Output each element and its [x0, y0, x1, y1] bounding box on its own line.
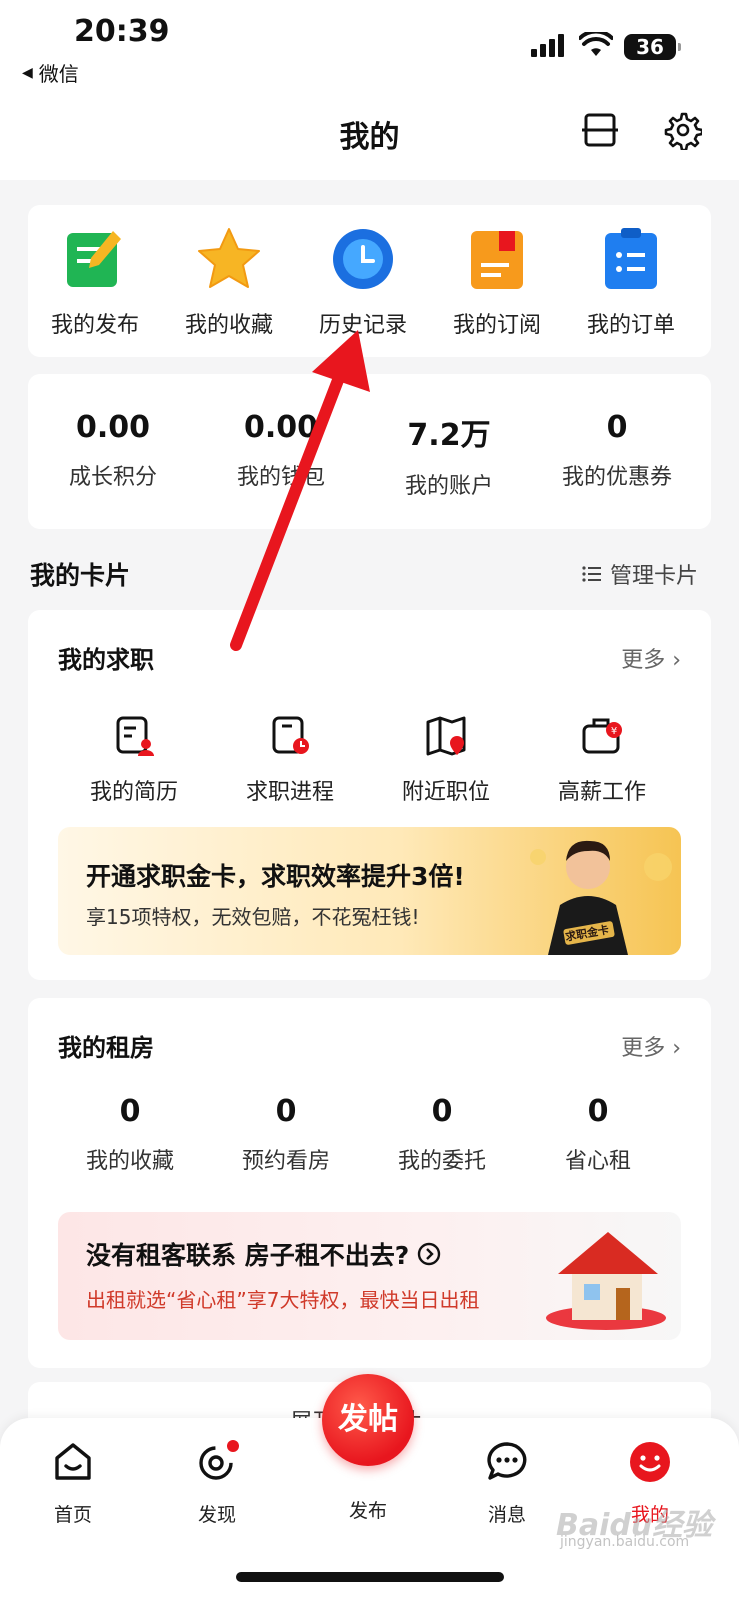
rent-promo-banner[interactable]: 没有租客联系 房子租不出去? 出租就选“省心租”享7大特权，最快当日出租 — [58, 1212, 681, 1340]
svg-text:¥: ¥ — [611, 726, 617, 737]
cards-section-title: 我的卡片 — [30, 561, 131, 590]
manage-cards-button[interactable]: 管理卡片 — [582, 558, 698, 590]
job-card: 我的求职 更多 › 我的简历 求职进程 附近职位 ¥ 高薪工作 开通求职金卡，求… — [28, 610, 711, 980]
history-clock-icon — [333, 229, 393, 289]
rent-more-link[interactable]: 更多 › — [621, 1030, 681, 1062]
quick-item-subscribe[interactable]: 我的订阅 — [432, 225, 562, 339]
tab-label: 发布 — [348, 1500, 387, 1522]
job-service-label: 高薪工作 — [557, 780, 646, 805]
rent-card-title: 我的租房 — [58, 1034, 154, 1062]
briefcase-icon: ¥ — [582, 718, 622, 754]
quick-label: 我的订单 — [586, 313, 675, 338]
rent-stat-favorites[interactable]: 0 我的收藏 — [50, 1094, 210, 1175]
quick-menu-card: 我的发布 我的收藏 历史记录 我的订阅 我的订单 — [28, 205, 711, 357]
rent-stat-value: 0 — [119, 1094, 141, 1129]
back-to-wechat[interactable]: ◀ 微信 — [22, 58, 79, 87]
rent-stat-value: 0 — [587, 1094, 609, 1129]
progress-icon — [272, 716, 309, 754]
rent-banner-title: 没有租客联系 房子租不出去? — [86, 1241, 410, 1270]
quick-item-history[interactable]: 历史记录 — [298, 225, 428, 339]
stat-account[interactable]: 7.2万 我的账户 — [364, 410, 534, 500]
job-more-link[interactable]: 更多 › — [621, 642, 681, 674]
job-service-nearby[interactable]: 附近职位 — [366, 714, 526, 806]
job-service-label: 附近职位 — [401, 780, 490, 805]
job-service-resume[interactable]: 我的简历 — [54, 714, 214, 806]
tab-label: 首页 — [53, 1504, 92, 1526]
manage-cards-label: 管理卡片 — [610, 564, 699, 589]
account-stats-card: 0.00 成长积分 0.00 我的钱包 7.2万 我的账户 0 我的优惠券 — [28, 374, 711, 529]
star-icon — [198, 228, 260, 288]
gold-card-banner[interactable]: 开通求职金卡，求职效率提升3倍! 享15项特权，无效包赔，不花冤枉钱! 求职金卡 — [58, 827, 681, 955]
job-service-high-salary[interactable]: ¥ 高薪工作 — [522, 714, 682, 806]
battery-indicator: 36 — [624, 34, 681, 60]
status-time: 20:39 — [74, 14, 170, 49]
rent-stat-value: 0 — [431, 1094, 453, 1129]
quick-item-favorites[interactable]: 我的收藏 — [164, 225, 294, 339]
discover-icon — [199, 1440, 239, 1480]
gold-banner-subtitle: 享15项特权，无效包赔，不花冤枉钱! — [86, 905, 420, 929]
list-icon — [582, 566, 601, 582]
stat-value: 7.2万 — [407, 418, 491, 453]
page-title: 我的 — [339, 120, 400, 155]
rent-stat-label: 预约看房 — [241, 1149, 330, 1174]
tab-home[interactable]: 首页 — [23, 1440, 123, 1527]
publish-icon — [67, 231, 121, 287]
tab-label: 消息 — [487, 1504, 526, 1526]
order-list-icon — [605, 228, 657, 289]
rent-banner-title-row: 没有租客联系 房子租不出去? — [86, 1236, 441, 1272]
quick-item-publish[interactable]: 我的发布 — [30, 225, 160, 339]
rent-stat-label: 省心租 — [564, 1149, 631, 1174]
rent-stat-value: 0 — [275, 1094, 297, 1129]
subscribe-book-icon — [471, 231, 523, 289]
wifi-icon — [579, 32, 613, 56]
tab-discover[interactable]: 发现 — [167, 1440, 267, 1527]
scan-icon[interactable] — [580, 110, 620, 150]
baidu-watermark-url: jingyan.baidu.com — [560, 1534, 690, 1550]
back-triangle-icon: ◀ — [22, 64, 33, 81]
rent-card: 我的租房 更多 › 0 我的收藏 0 预约看房 0 我的委托 0 省心租 没有租… — [28, 998, 711, 1368]
rent-stat-label: 我的委托 — [397, 1149, 486, 1174]
map-pin-icon — [426, 716, 466, 756]
gear-icon[interactable] — [662, 110, 702, 150]
stat-value: 0.00 — [243, 410, 319, 445]
quick-label: 历史记录 — [318, 313, 407, 338]
back-app-label: 微信 — [38, 62, 79, 86]
message-icon — [487, 1442, 527, 1480]
quick-label: 我的订阅 — [452, 313, 541, 338]
stat-growth-points[interactable]: 0.00 成长积分 — [28, 410, 198, 491]
rent-stat-easy-rent[interactable]: 0 省心租 — [518, 1094, 678, 1175]
stat-label: 我的钱包 — [236, 465, 325, 490]
gold-banner-title: 开通求职金卡，求职效率提升3倍! — [86, 862, 465, 891]
arrow-circle-icon — [418, 1242, 441, 1266]
home-indicator[interactable] — [236, 1572, 504, 1582]
stat-coupons[interactable]: 0 我的优惠券 — [532, 410, 702, 491]
post-button[interactable]: 发帖 — [322, 1374, 414, 1466]
stat-value: 0 — [606, 410, 628, 445]
resume-icon — [116, 716, 154, 756]
rent-stat-entrust[interactable]: 0 我的委托 — [362, 1094, 522, 1175]
job-service-label: 我的简历 — [89, 780, 178, 805]
stat-label: 成长积分 — [68, 465, 157, 490]
signal-icon — [531, 34, 564, 57]
job-card-title: 我的求职 — [58, 646, 154, 674]
tab-label: 发现 — [197, 1504, 236, 1526]
rent-banner-subtitle: 出租就选“省心租”享7大特权，最快当日出租 — [86, 1288, 480, 1312]
stat-value: 0.00 — [75, 410, 151, 445]
rent-stat-viewing[interactable]: 0 预约看房 — [206, 1094, 366, 1175]
home-icon — [55, 1443, 91, 1480]
quick-item-orders[interactable]: 我的订单 — [566, 225, 696, 339]
house-illustration — [546, 1232, 666, 1330]
rent-stat-label: 我的收藏 — [85, 1149, 174, 1174]
tab-messages[interactable]: 消息 — [457, 1440, 557, 1527]
job-service-label: 求职进程 — [245, 780, 334, 805]
job-service-progress[interactable]: 求职进程 — [210, 714, 370, 806]
quick-label: 我的收藏 — [184, 313, 273, 338]
profile-icon — [630, 1442, 670, 1482]
quick-label: 我的发布 — [50, 313, 139, 338]
stat-label: 我的账户 — [404, 474, 493, 499]
stat-wallet[interactable]: 0.00 我的钱包 — [196, 410, 366, 491]
stat-label: 我的优惠券 — [561, 465, 672, 490]
